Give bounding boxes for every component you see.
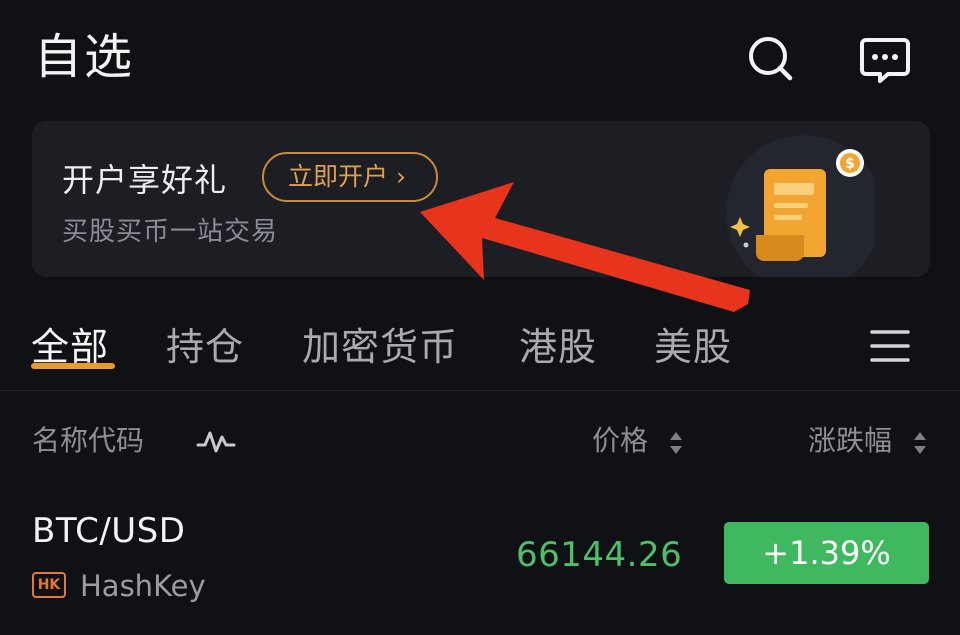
exchange-badge: HK [32, 572, 66, 598]
tabs-divider [0, 390, 960, 391]
watchlist-screen: 自选 开户享好礼 立即开户 › 买股买币一站交易 $ 全部 持仓 加密货币 港股… [0, 0, 960, 635]
price: 66144.26 [516, 535, 683, 575]
open-account-button[interactable]: 立即开户 › [262, 152, 438, 202]
column-change[interactable]: 涨跌幅 [808, 418, 892, 464]
column-price[interactable]: 价格 [592, 418, 648, 464]
exchange-name: HashKey [80, 569, 206, 603]
header: 自选 [0, 0, 960, 110]
tab-holdings[interactable]: 持仓 [166, 322, 244, 372]
search-icon[interactable] [744, 32, 798, 86]
tab-hk-stocks[interactable]: 港股 [519, 322, 597, 372]
list-item[interactable]: BTC/USD HK HashKey 66144.26 +1.39% [0, 500, 960, 620]
pulse-chart-icon[interactable] [196, 428, 236, 456]
change-badge[interactable]: +1.39% [724, 522, 929, 584]
price-sort-icon[interactable] [669, 430, 683, 456]
banner-title: 开户享好礼 [62, 161, 228, 199]
active-tab-indicator [31, 363, 115, 369]
tab-crypto[interactable]: 加密货币 [302, 322, 458, 372]
column-name: 名称代码 [32, 424, 145, 457]
promo-banner[interactable]: 开户享好礼 立即开户 › 买股买币一站交易 $ [32, 121, 930, 277]
category-tabs: 全部 持仓 加密货币 港股 美股 [0, 310, 960, 390]
column-header: 名称代码 价格 涨跌幅 [0, 418, 960, 468]
tab-us-stocks[interactable]: 美股 [654, 322, 732, 372]
message-icon[interactable] [858, 32, 912, 86]
banner-subtitle: 买股买币一站交易 [62, 217, 279, 247]
document-coin-illustration: $ [704, 133, 882, 277]
change-sort-icon[interactable] [913, 430, 927, 456]
page-title: 自选 [34, 29, 135, 85]
svg-text:$: $ [845, 156, 855, 172]
hamburger-menu-icon[interactable] [870, 326, 910, 366]
symbol: BTC/USD [32, 511, 186, 551]
